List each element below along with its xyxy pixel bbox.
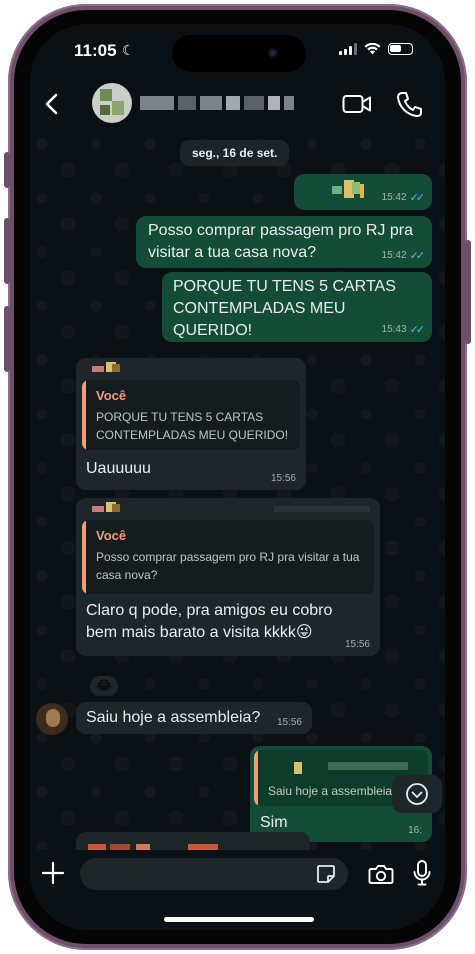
wifi-icon	[364, 43, 381, 55]
quote-author-redacted	[294, 762, 302, 774]
home-indicator[interactable]	[164, 917, 314, 922]
quote-author: Você	[96, 528, 127, 543]
message-text: Claro q pode, pra amigos eu cobro bem ma…	[86, 602, 333, 641]
message-meta: 15:42 ✓✓	[381, 191, 426, 204]
sticker-button[interactable]	[316, 864, 336, 884]
microphone-button[interactable]	[412, 859, 432, 887]
sender-name-redacted	[92, 506, 104, 512]
sticker-icon	[317, 865, 335, 883]
chat-area[interactable]: seg., 16 de set. 15:42 ✓✓ Posso comprar …	[30, 130, 445, 872]
dynamic-island	[172, 35, 306, 72]
video-call-button[interactable]	[342, 92, 372, 116]
message-time: 15:43	[381, 324, 407, 335]
message-text: Saiu hoje a assembleia?	[86, 709, 261, 726]
microphone-icon	[413, 860, 431, 886]
camera-icon	[368, 865, 394, 884]
message-input[interactable]	[80, 858, 348, 890]
sender-avatar[interactable]	[36, 703, 68, 735]
sender-name-redacted	[112, 364, 120, 372]
message-bubble-outgoing[interactable]: PORQUE TU TENS 5 CARTAS CONTEMPLADAS MEU…	[162, 272, 432, 342]
quote-accent-bar	[254, 750, 258, 806]
message-bubble-outgoing[interactable]: Posso comprar passagem pro RJ pra visita…	[136, 216, 432, 268]
quote-text: Posso comprar passagem pro RJ pra visita…	[96, 550, 360, 582]
message-text: Sim	[260, 814, 288, 831]
power-button	[465, 240, 471, 344]
volume-down-button	[4, 306, 10, 372]
camera-button[interactable]	[368, 862, 394, 886]
battery-icon	[388, 43, 413, 55]
read-receipt-icon: ✓✓	[409, 192, 426, 204]
back-button[interactable]	[38, 88, 64, 120]
message-time: 15:56	[344, 639, 370, 650]
quote-author: Você	[96, 388, 127, 403]
message-bubble-incoming[interactable]: Saiu hoje a assembleia? 15:56	[76, 702, 312, 734]
chevron-down-circle-icon	[406, 783, 428, 805]
message-time: 15:56	[270, 473, 296, 484]
message-text: Posso comprar passagem pro RJ pra visita…	[148, 222, 413, 261]
message-meta: 15:56	[271, 473, 296, 484]
message-meta: 15:56	[345, 639, 370, 650]
message-meta: 15:42 ✓✓	[381, 249, 426, 262]
status-time: 11:05	[74, 41, 117, 60]
message-time: 16:	[408, 825, 422, 836]
sticker-image	[332, 186, 342, 194]
chevron-left-icon	[45, 93, 58, 115]
message-bubble-incoming[interactable]: Você Posso comprar passagem pro RJ pra v…	[76, 498, 380, 656]
status-icons	[339, 43, 413, 55]
message-time: 15:56	[276, 717, 302, 728]
message-meta: 15:43 ✓✓	[381, 323, 426, 336]
plus-icon	[41, 861, 65, 885]
sender-name-redacted	[112, 504, 120, 512]
sticker-image-part	[360, 184, 364, 198]
front-camera	[268, 48, 278, 58]
moon-icon: ☾	[122, 42, 135, 58]
message-meta: 15:56	[277, 717, 302, 728]
volume-up-button	[4, 218, 10, 284]
sender-name-redacted	[274, 506, 370, 512]
sticker-image-part	[352, 182, 360, 194]
video-camera-icon	[342, 95, 371, 113]
phone-icon	[397, 92, 422, 117]
date-separator: seg., 16 de set.	[180, 140, 290, 166]
contact-name-redacted[interactable]	[140, 96, 294, 110]
message-time: 15:42	[381, 192, 407, 203]
side-button	[4, 152, 10, 188]
phone-screen: 11:05 ☾ seg., 16 de set. 15:42 ✓✓ Posso …	[30, 24, 445, 930]
message-meta: 16:	[408, 825, 422, 836]
message-bubble-incoming[interactable]: Você PORQUE TU TENS 5 CARTAS CONTEMPLADA…	[76, 358, 306, 490]
quote-accent-bar	[82, 520, 86, 594]
read-receipt-icon: ✓✓	[409, 324, 426, 336]
read-receipt-icon: ✓✓	[409, 250, 426, 262]
message-reaction[interactable]: 😂	[88, 674, 120, 698]
quoted-message[interactable]: Você Posso comprar passagem pro RJ pra v…	[82, 520, 374, 594]
sender-avatar-image	[46, 709, 60, 727]
contact-avatar[interactable]	[92, 83, 132, 123]
voice-call-button[interactable]	[396, 90, 422, 118]
attach-button[interactable]	[40, 860, 66, 886]
quoted-message[interactable]: Você PORQUE TU TENS 5 CARTAS CONTEMPLADA…	[82, 380, 300, 450]
quote-text: PORQUE TU TENS 5 CARTAS CONTEMPLADAS MEU…	[96, 410, 289, 442]
quote-accent-bar	[82, 380, 86, 450]
sender-name-redacted	[92, 366, 104, 372]
chat-header	[30, 78, 445, 130]
message-input-bar	[30, 850, 445, 930]
quote-author-redacted	[328, 762, 408, 770]
message-text: Uauuuuu	[86, 460, 151, 477]
message-bubble-outgoing[interactable]: 15:42 ✓✓	[294, 174, 432, 210]
scroll-to-bottom-button[interactable]	[392, 775, 442, 813]
cellular-signal-icon	[339, 43, 357, 55]
message-time: 15:42	[381, 250, 407, 261]
